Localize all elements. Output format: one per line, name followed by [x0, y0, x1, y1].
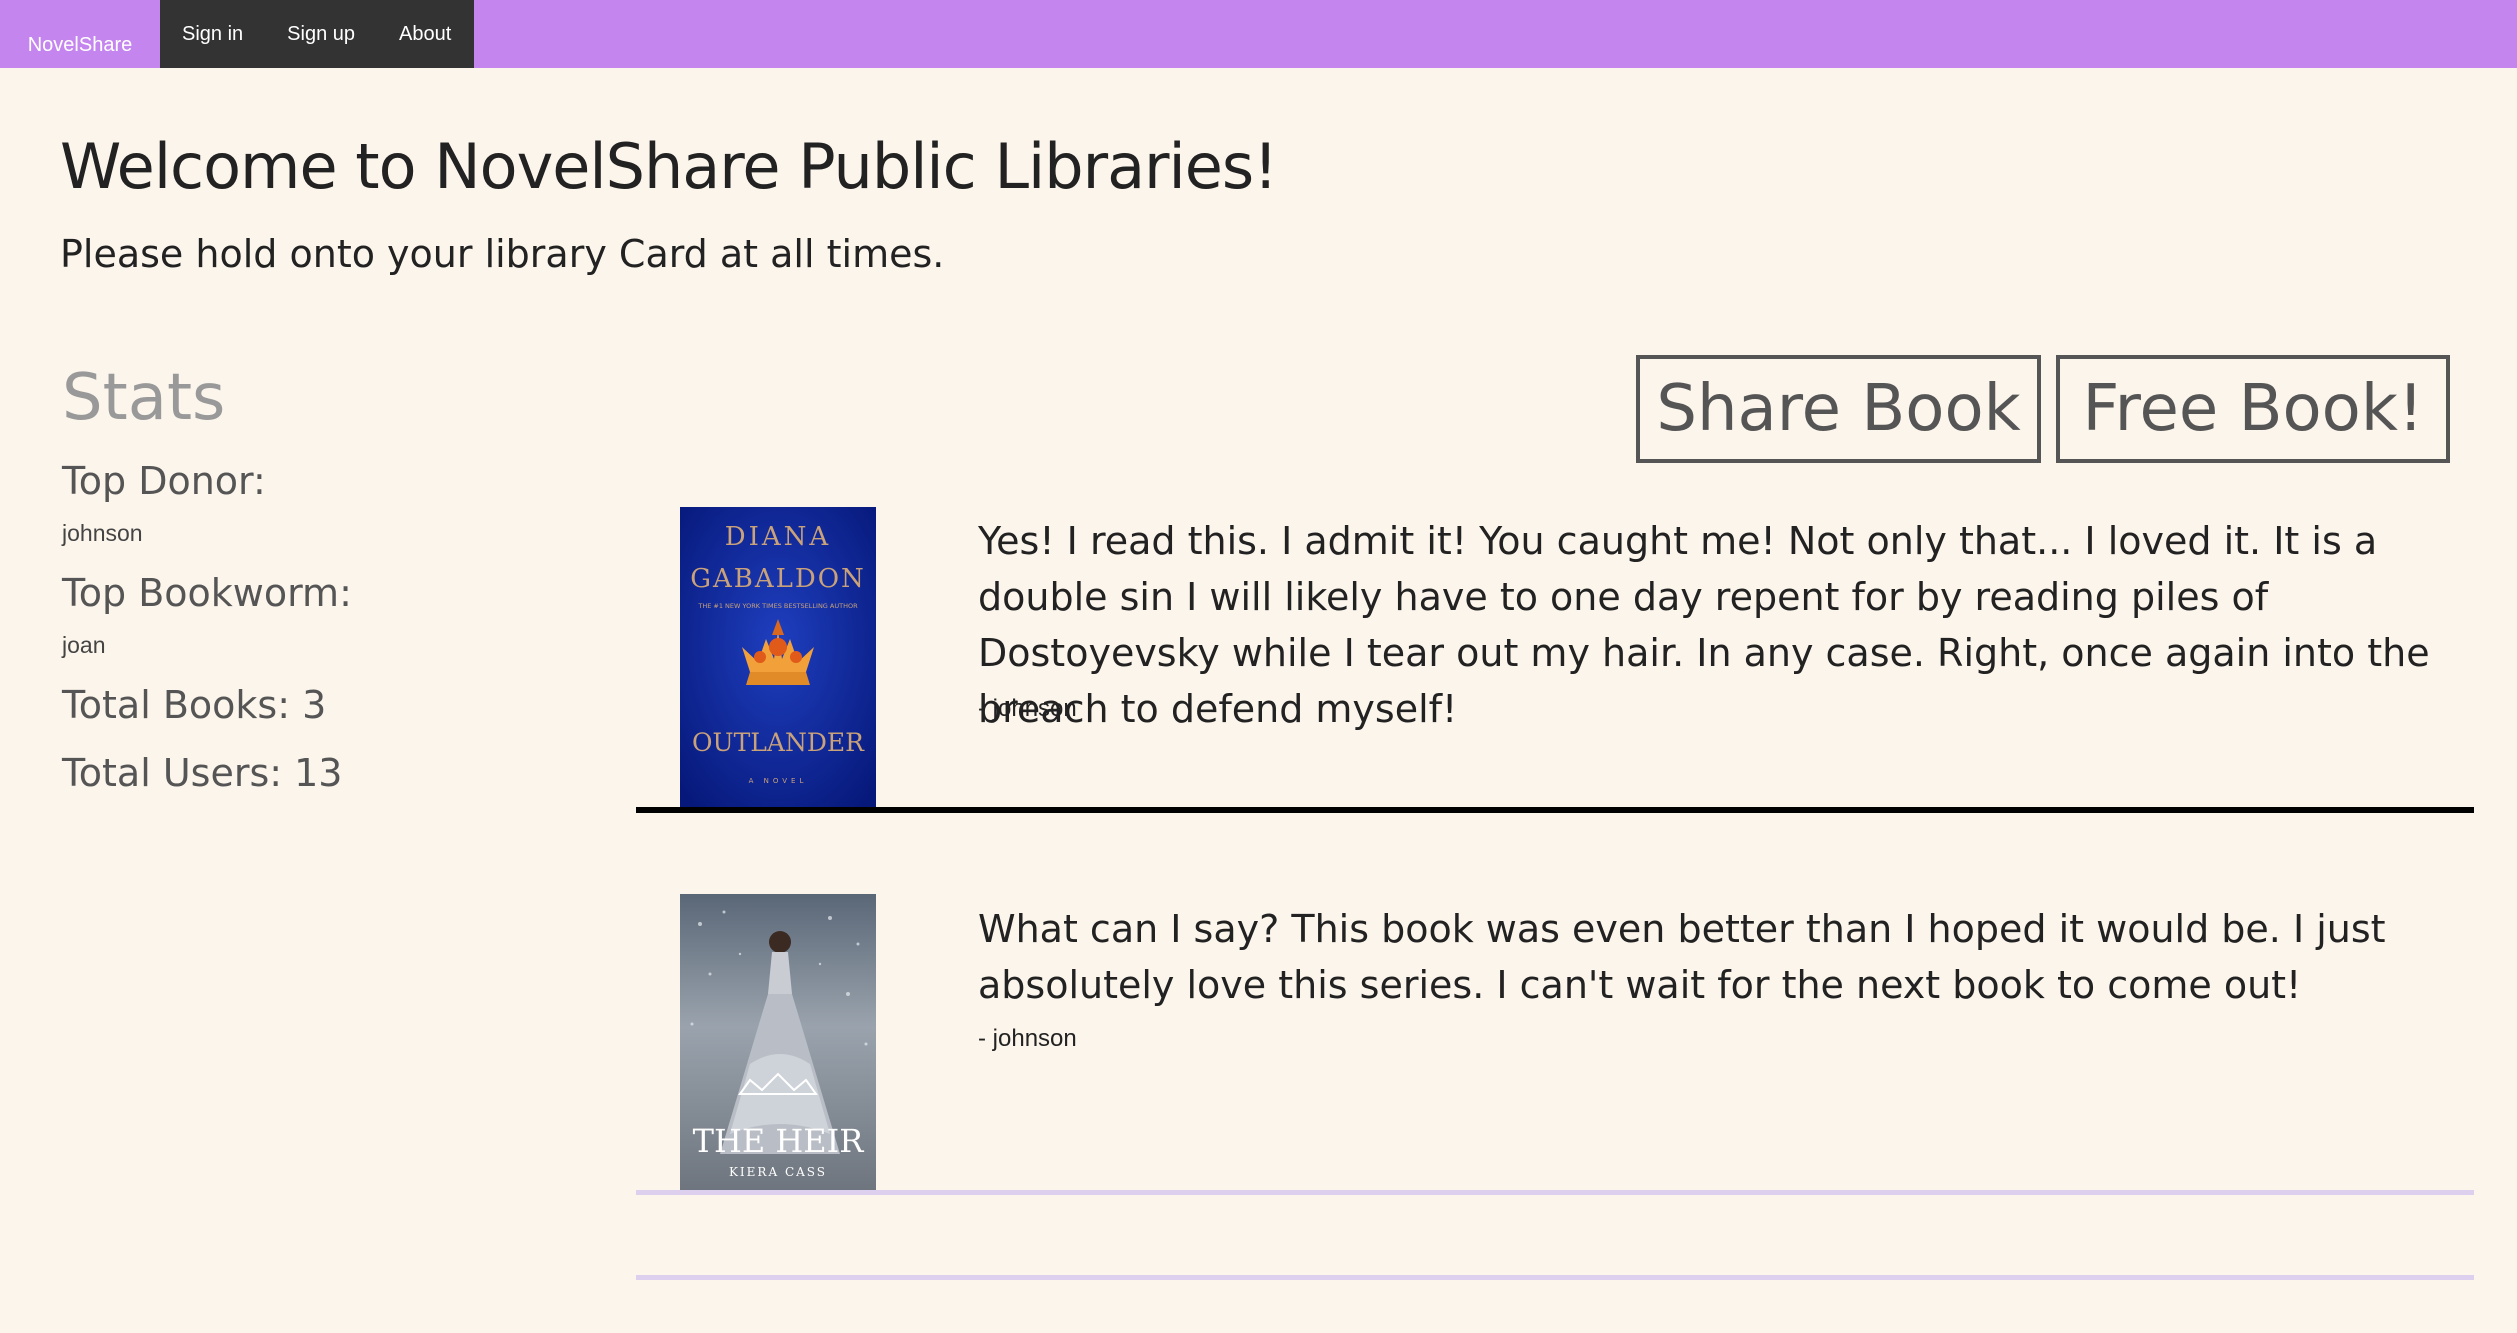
- post-divider: [636, 1190, 2474, 1195]
- top-donor-label: Top Donor:: [62, 459, 266, 503]
- brand-link[interactable]: NovelShare: [0, 0, 160, 68]
- page-subtitle: Please hold onto your library Card at al…: [60, 232, 945, 276]
- book-cover-the-heir[interactable]: THE HEIR KIERA CASS: [680, 894, 876, 1190]
- post-divider: [636, 807, 2474, 813]
- top-donor-value: johnson: [62, 520, 143, 546]
- top-bookworm-label: Top Bookworm:: [62, 571, 352, 615]
- cover-author: KIERA CASS: [729, 1165, 827, 1179]
- cover-title: THE HEIR: [693, 1122, 865, 1160]
- cover-tagline: THE #1 NEW YORK TIMES BESTSELLING AUTHOR: [697, 602, 858, 610]
- top-bookworm-value: joan: [62, 632, 106, 658]
- top-navbar: NovelShare Sign in Sign up About: [0, 0, 2517, 68]
- nav-about-link[interactable]: About: [399, 23, 451, 46]
- free-book-button[interactable]: Free Book!: [2056, 355, 2450, 463]
- nav-sign-up-link[interactable]: Sign up: [287, 23, 355, 46]
- stats-heading: Stats: [62, 361, 226, 435]
- total-users: Total Users: 13: [62, 751, 343, 795]
- page-title: Welcome to NovelShare Public Libraries!: [60, 130, 1278, 203]
- review-post: THE HEIR KIERA CASS What can I say? This…: [636, 893, 2474, 1193]
- nav-sign-in-link[interactable]: Sign in: [182, 23, 243, 46]
- review-author: - johnson: [978, 695, 1077, 722]
- review-text: Yes! I read this. I admit it! You caught…: [978, 519, 2430, 731]
- review-author: - johnson: [978, 1025, 1077, 1052]
- total-books: Total Books: 3: [62, 683, 327, 727]
- nav-links: Sign in Sign up About: [160, 0, 474, 68]
- cover-author-first: DIANA: [725, 522, 831, 552]
- review-post: DIANA GABALDON THE #1 NEW YORK TIMES BES…: [636, 505, 2474, 807]
- cover-author-last: GABALDON: [690, 564, 866, 594]
- stats-panel: Stats Top Donor: johnson Top Bookworm: j…: [62, 360, 582, 814]
- cover-title: OUTLANDER: [692, 728, 865, 757]
- share-book-button[interactable]: Share Book: [1636, 355, 2041, 463]
- book-cover-outlander[interactable]: DIANA GABALDON THE #1 NEW YORK TIMES BES…: [680, 507, 876, 807]
- review-text: What can I say? This book was even bette…: [978, 907, 2386, 1007]
- post-divider: [636, 1275, 2474, 1280]
- cover-subtitle: A NOVEL: [749, 777, 808, 785]
